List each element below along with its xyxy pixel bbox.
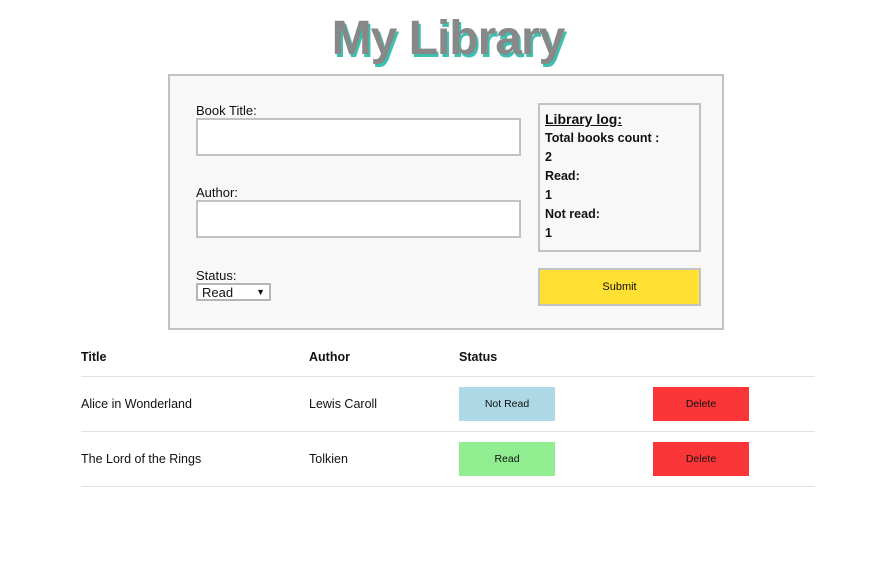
author-label: Author: — [196, 185, 238, 200]
delete-button[interactable]: Delete — [653, 442, 749, 476]
author-input[interactable] — [196, 200, 521, 238]
total-books-label: Total books count : — [545, 131, 660, 145]
library-log: Library log: Total books count : 2 Read:… — [538, 103, 701, 252]
not-read-count-value: 1 — [545, 226, 552, 240]
read-count-value: 1 — [545, 188, 552, 202]
table-row: The Lord of the Rings Tolkien Read Delet… — [81, 432, 815, 487]
page: My Library Book Title: Author: Status: R… — [0, 0, 882, 582]
book-title-cell: Alice in Wonderland — [81, 397, 192, 411]
table-header: Title Author Status — [81, 340, 815, 377]
toggle-status-button[interactable]: Read — [459, 442, 555, 476]
not-read-count-label: Not read: — [545, 207, 600, 221]
toggle-status-button[interactable]: Not Read — [459, 387, 555, 421]
delete-button[interactable]: Delete — [653, 387, 749, 421]
column-header-status: Status — [459, 350, 498, 364]
book-author-cell: Lewis Caroll — [309, 397, 378, 411]
book-title-cell: The Lord of the Rings — [81, 452, 202, 466]
submit-button[interactable]: Submit — [538, 268, 701, 306]
status-label: Status: — [196, 268, 237, 283]
app-title: My Library — [331, 12, 566, 65]
total-books-value: 2 — [545, 150, 552, 164]
book-author-cell: Tolkien — [309, 452, 348, 466]
library-log-title: Library log: — [545, 111, 623, 127]
chevron-down-icon: ▼ — [256, 286, 265, 297]
book-title-label: Book Title: — [196, 103, 257, 118]
book-title-input[interactable] — [196, 118, 521, 156]
column-header-author: Author — [309, 350, 350, 364]
table-row: Alice in Wonderland Lewis Caroll Not Rea… — [81, 377, 815, 432]
column-header-title: Title — [81, 350, 107, 364]
books-table: Title Author Status Alice in Wonderland … — [81, 340, 815, 487]
add-book-form: Book Title: Author: Status: Read ▼ Libra… — [168, 74, 724, 330]
status-select-value: Read — [202, 284, 234, 300]
read-count-label: Read: — [545, 169, 580, 183]
status-select[interactable]: Read ▼ — [196, 283, 271, 301]
